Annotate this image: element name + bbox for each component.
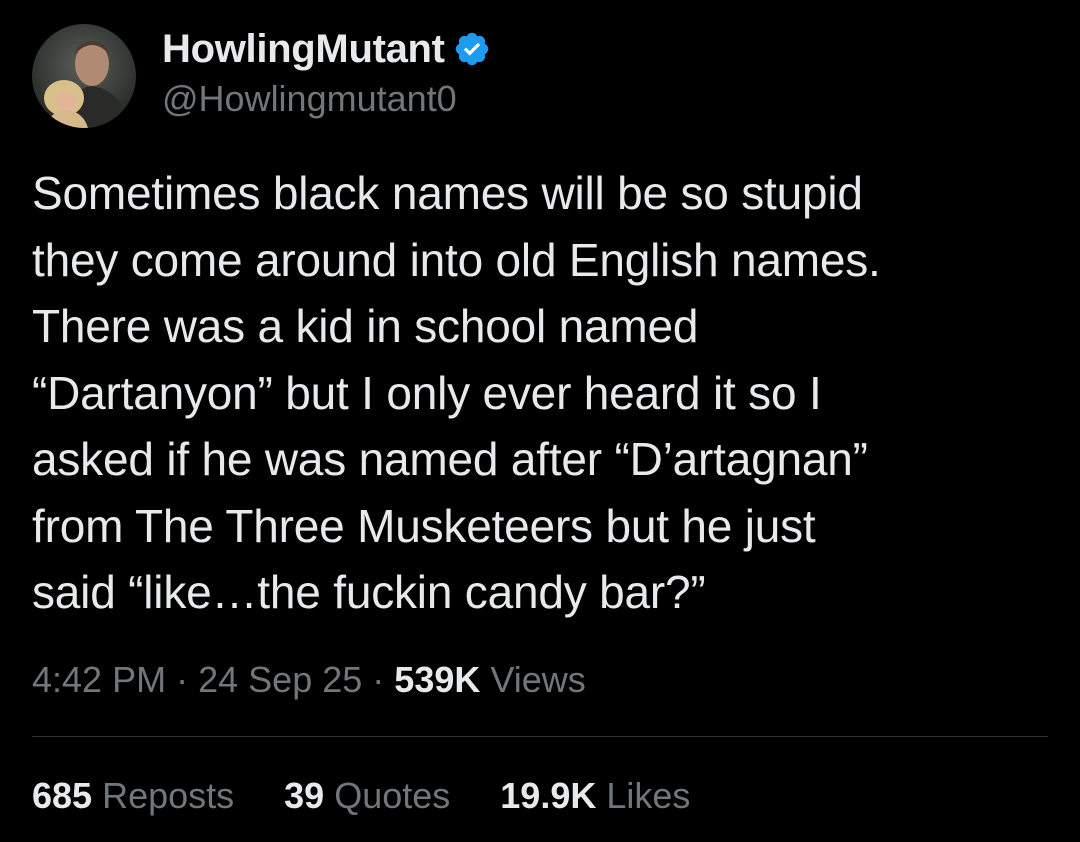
divider bbox=[32, 736, 1048, 737]
reposts-label: Reposts bbox=[102, 775, 235, 816]
meta-separator: · bbox=[372, 659, 385, 700]
tweet-meta: 4:42 PM · 24 Sep 25 · 539K Views bbox=[32, 656, 586, 704]
verified-badge-icon bbox=[453, 30, 491, 68]
reposts-count: 685 bbox=[32, 775, 93, 816]
author-name-row: HowlingMutant bbox=[162, 26, 491, 72]
tweet-date[interactable]: 24 Sep 25 bbox=[198, 659, 362, 700]
likes-count: 19.9K bbox=[500, 775, 597, 816]
avatar[interactable] bbox=[32, 24, 136, 128]
avatar-image bbox=[32, 24, 136, 128]
views-count: 539K bbox=[394, 659, 481, 700]
tweet-text: Sometimes black names will be so stupid … bbox=[32, 167, 881, 618]
meta-separator: · bbox=[176, 659, 189, 700]
quotes-count: 39 bbox=[284, 775, 325, 816]
views-label: Views bbox=[490, 659, 586, 700]
tweet-time[interactable]: 4:42 PM bbox=[32, 659, 166, 700]
display-name[interactable]: HowlingMutant bbox=[162, 27, 445, 72]
likes-stat[interactable]: 19.9K Likes bbox=[500, 775, 690, 817]
reposts-stat[interactable]: 685 Reposts bbox=[32, 775, 234, 817]
likes-label: Likes bbox=[606, 775, 691, 816]
tweet-detail: HowlingMutant @Howlingmutant0 Sometimes … bbox=[0, 0, 1080, 842]
quotes-label: Quotes bbox=[334, 775, 451, 816]
engagement-stats: 685 Reposts 39 Quotes 19.9K Likes bbox=[32, 772, 740, 820]
quotes-stat[interactable]: 39 Quotes bbox=[284, 775, 450, 817]
author-handle[interactable]: @Howlingmutant0 bbox=[162, 78, 457, 120]
